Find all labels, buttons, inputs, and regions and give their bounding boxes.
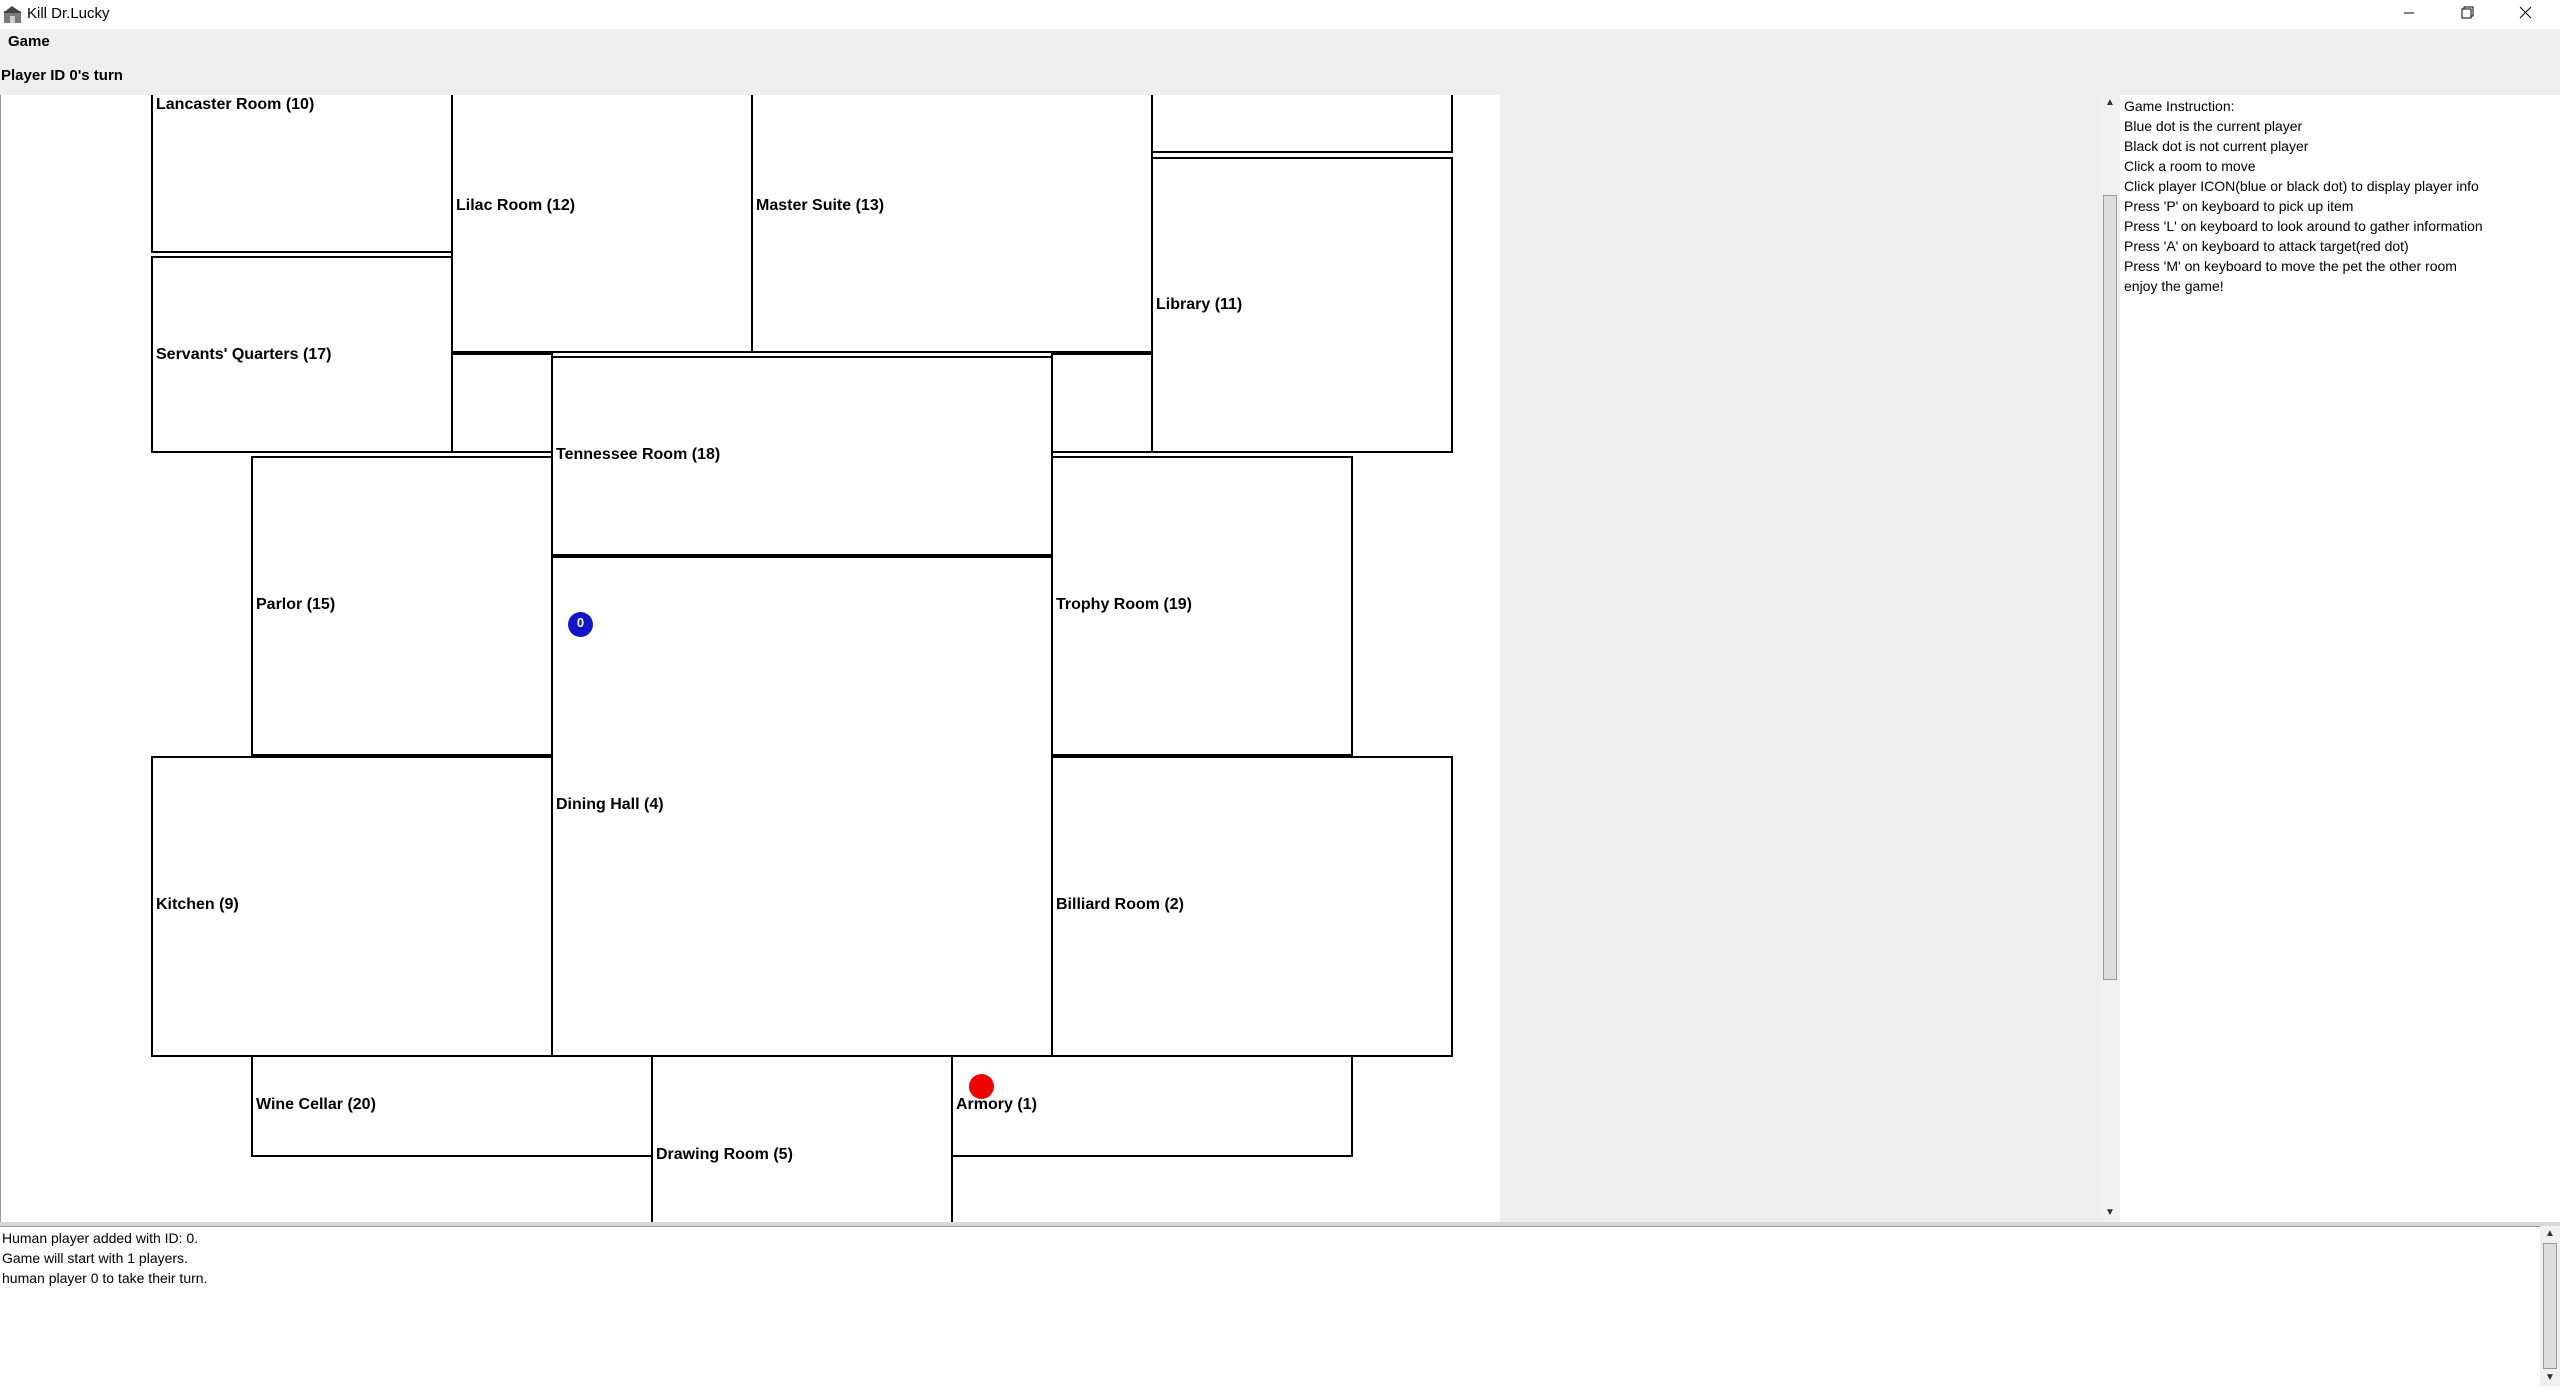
log-line: Human player added with ID: 0.: [2, 1230, 199, 1246]
scroll-down-icon[interactable]: ▼: [2540, 1370, 2560, 1386]
room-label-trophy: Trophy Room (19): [1056, 596, 1193, 613]
status-bar: [0, 55, 2560, 95]
restore-icon: [2461, 6, 2474, 24]
instruction-line: enjoy the game!: [2124, 278, 2224, 294]
room-gap-left[interactable]: [451, 353, 553, 453]
instruction-line: Press 'M' on keyboard to move the pet th…: [2124, 258, 2457, 274]
instruction-line: Black dot is not current player: [2124, 138, 2309, 154]
map-empty-area: [1500, 95, 2101, 1222]
scroll-up-icon[interactable]: ▲: [2540, 1226, 2560, 1242]
room-label-parlor: Parlor (15): [256, 596, 336, 613]
room-label-armory: Armory (1): [956, 1096, 1037, 1113]
map-scrollbar[interactable]: ▲ ▼: [2100, 95, 2120, 1222]
minimize-icon: [2403, 6, 2415, 24]
room-label-wine-cellar: Wine Cellar (20): [256, 1096, 376, 1113]
room-label-billiard: Billiard Room (2): [1056, 896, 1185, 913]
menu-bar: [0, 29, 2560, 55]
instruction-line: Click player ICON(blue or black dot) to …: [2124, 178, 2479, 194]
room-label-lancaster: Lancaster Room (10): [156, 96, 315, 113]
room-master-suite[interactable]: [751, 95, 1153, 353]
instruction-line: Click a room to move: [2124, 158, 2256, 174]
scroll-thumb[interactable]: [2103, 195, 2117, 980]
room-label-lilac: Lilac Room (12): [456, 197, 576, 214]
log-line: human player 0 to take their turn.: [2, 1270, 208, 1286]
app-icon: [3, 5, 22, 24]
log-panel: [0, 1226, 2540, 1386]
target-marker: [969, 1074, 994, 1099]
instruction-line: Press 'A' on keyboard to attack target(r…: [2124, 238, 2409, 254]
log-scroll-thumb[interactable]: [2543, 1243, 2557, 1369]
room-label-tennessee: Tennessee Room (18): [556, 446, 721, 463]
room-gap-right[interactable]: [1051, 353, 1153, 453]
instruction-line: Press 'P' on keyboard to pick up item: [2124, 198, 2354, 214]
room-lancaster[interactable]: [151, 95, 453, 253]
room-label-dining-hall: Dining Hall (4): [556, 796, 664, 813]
minimize-button[interactable]: [2380, 0, 2438, 29]
map-panel: Lancaster Room (10) Lilac Room (12) Mast…: [0, 95, 1500, 1222]
room-unlabeled-top[interactable]: [1151, 95, 1453, 153]
log-scrollbar[interactable]: ▲ ▼: [2540, 1226, 2560, 1386]
instruction-line: Game Instruction:: [2124, 98, 2235, 114]
title-bar: [0, 0, 2560, 29]
window-title: Kill Dr.Lucky: [27, 5, 110, 22]
instruction-line: Press 'L' on keyboard to look around to …: [2124, 218, 2483, 234]
room-drawing[interactable]: [651, 1055, 953, 1222]
scroll-up-icon[interactable]: ▲: [2100, 95, 2120, 111]
room-label-servants-quarters: Servants' Quarters (17): [156, 346, 332, 363]
player-marker[interactable]: 0: [568, 612, 593, 637]
room-label-kitchen: Kitchen (9): [156, 896, 239, 913]
turn-label: Player ID 0's turn: [1, 67, 123, 84]
room-lilac[interactable]: [451, 95, 753, 353]
scroll-down-icon[interactable]: ▼: [2100, 1205, 2120, 1221]
room-label-library: Library (11): [1156, 296, 1243, 313]
instruction-line: Blue dot is the current player: [2124, 118, 2303, 134]
log-line: Game will start with 1 players.: [2, 1250, 188, 1266]
room-label-drawing: Drawing Room (5): [656, 1146, 793, 1163]
close-button[interactable]: [2496, 0, 2554, 29]
room-label-master-suite: Master Suite (13): [756, 197, 885, 214]
restore-button[interactable]: [2438, 0, 2496, 29]
close-icon: [2519, 6, 2532, 24]
menu-game[interactable]: Game: [8, 33, 50, 51]
